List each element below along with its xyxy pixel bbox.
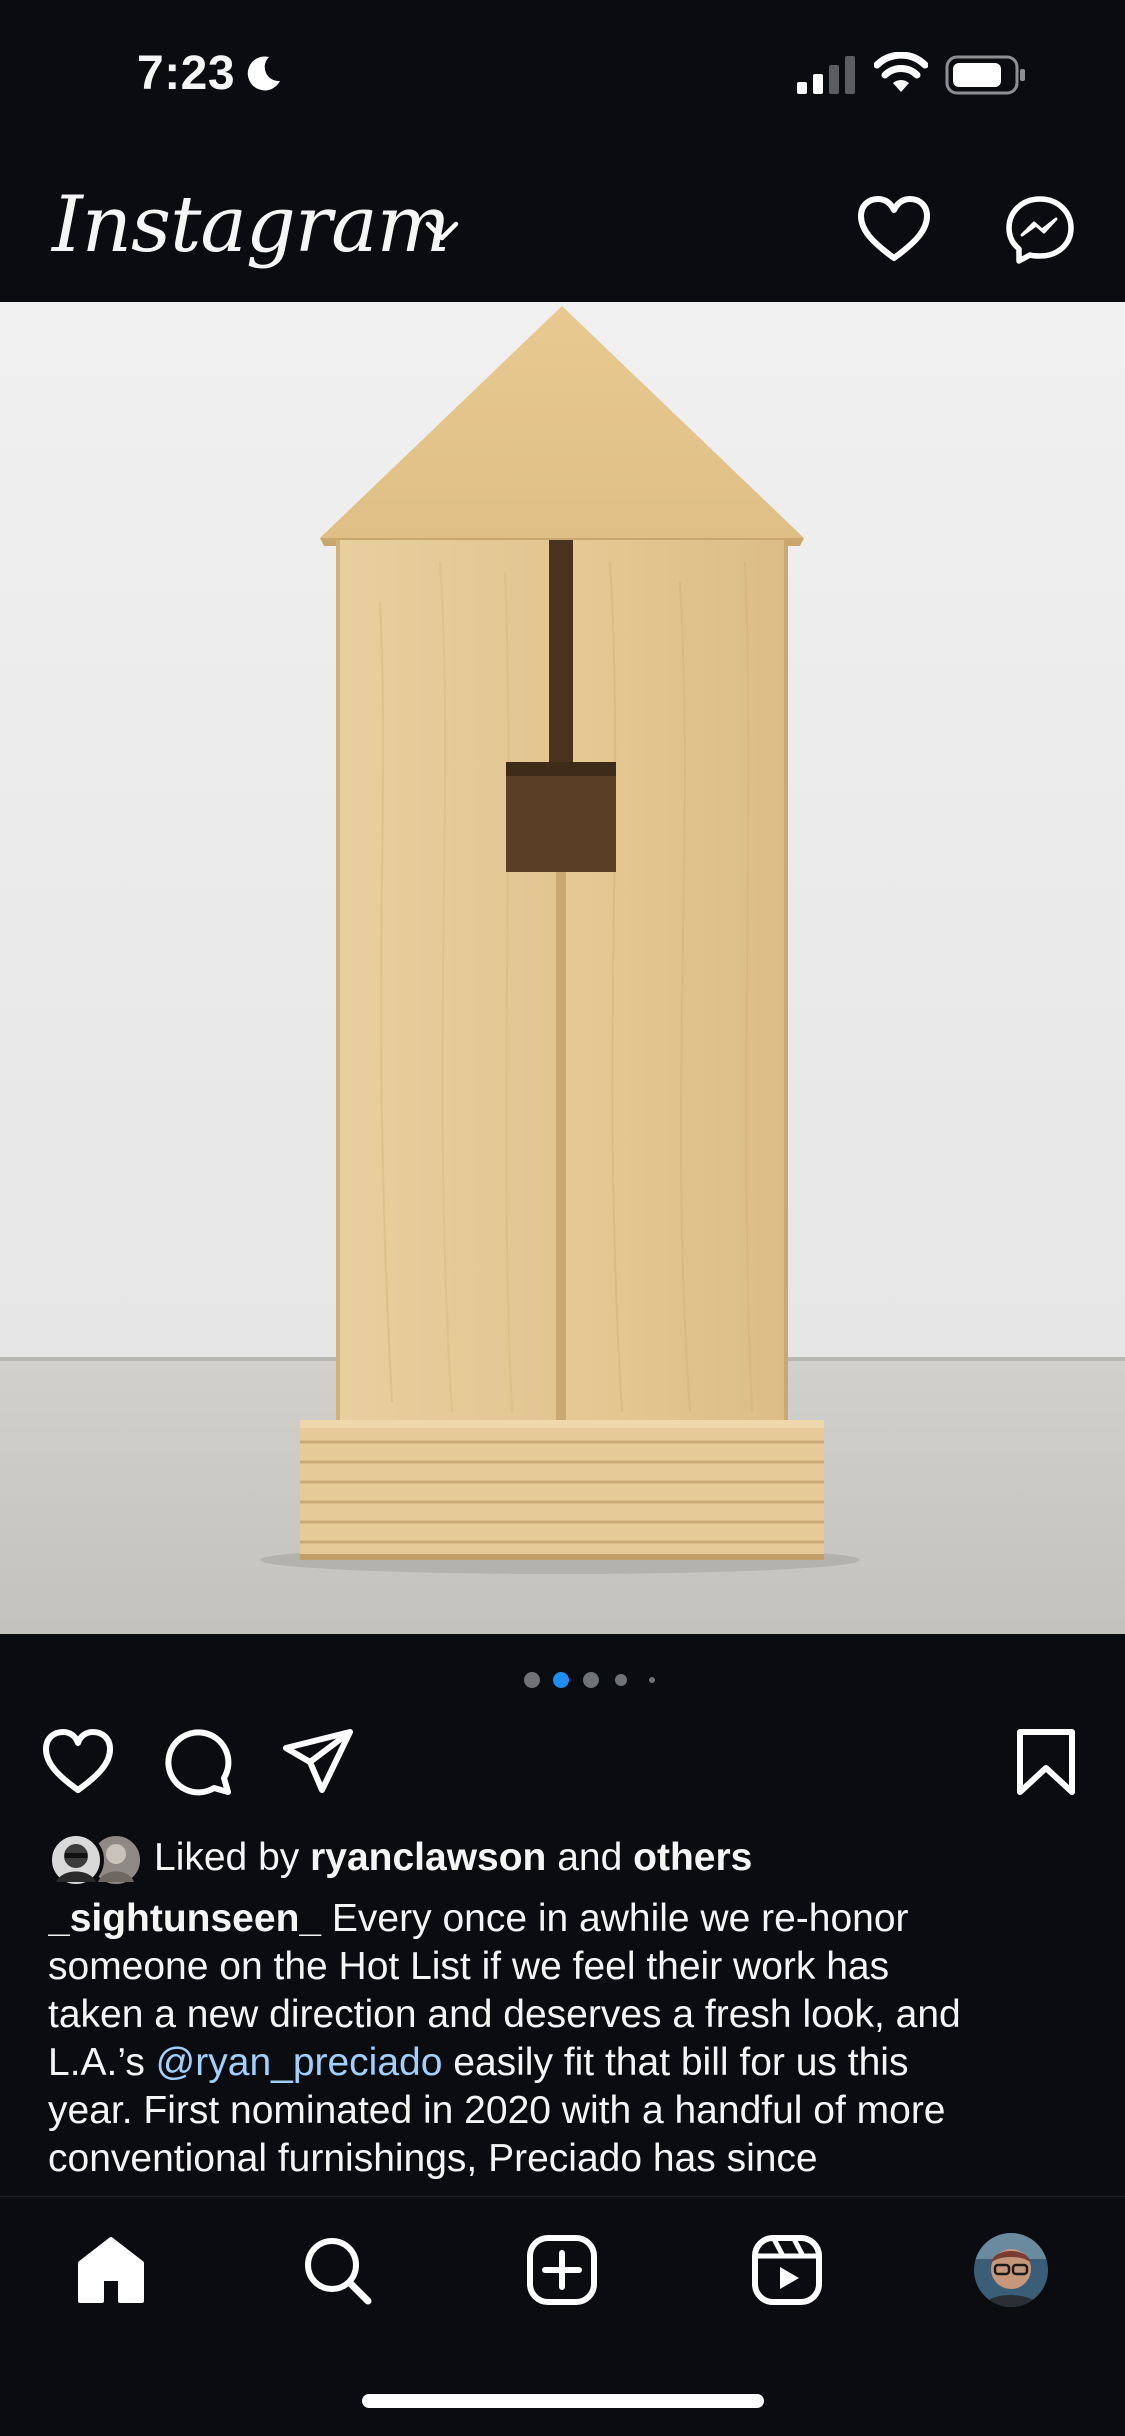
home-indicator — [362, 2394, 764, 2408]
carousel-dot — [649, 1677, 655, 1683]
liker-avatars — [48, 1832, 144, 1888]
heart-icon[interactable] — [42, 1726, 114, 1798]
post-photo[interactable] — [0, 302, 1125, 1634]
status-time: 7:23 — [137, 47, 236, 100]
caption-mention[interactable]: @ryan_preciado — [156, 2041, 443, 2084]
moon-icon — [247, 56, 280, 91]
caption-username[interactable]: _sightunseen_ — [48, 1897, 321, 1940]
create-icon[interactable] — [525, 2233, 599, 2307]
post-caption: _sightunseen_ Every once in awhile we re… — [48, 1897, 961, 2180]
profile-avatar[interactable] — [974, 2233, 1048, 2307]
search-icon[interactable] — [300, 2233, 374, 2307]
likes-text: Liked by ryanclawson and others — [154, 1836, 753, 1879]
top-nav: Instagram — [0, 150, 1125, 302]
chevron-down-icon[interactable] — [422, 216, 462, 246]
home-icon[interactable] — [74, 2233, 148, 2307]
carousel-dot — [583, 1672, 599, 1688]
carousel-indicator — [0, 1670, 1125, 1690]
heart-icon[interactable] — [856, 194, 932, 264]
likes-others-link[interactable]: others — [633, 1836, 752, 1879]
share-icon[interactable] — [282, 1726, 354, 1798]
carousel-dot — [524, 1672, 540, 1688]
messenger-icon[interactable] — [1004, 194, 1076, 266]
likes-row[interactable]: Liked by ryanclawson and others — [48, 1830, 1078, 1890]
carousel-dot — [615, 1674, 627, 1686]
reels-icon[interactable] — [750, 2233, 824, 2307]
signal-icon — [797, 56, 855, 94]
battery-icon — [945, 55, 1025, 95]
avatar-image — [974, 2233, 1048, 2307]
comment-icon[interactable] — [162, 1726, 234, 1798]
post-actions — [0, 1720, 1125, 1800]
status-bar: 7:23 — [0, 0, 1125, 150]
liker-username[interactable]: ryanclawson — [310, 1836, 546, 1879]
cabinet-sculpture-image — [0, 302, 1125, 1634]
wifi-icon — [874, 52, 928, 92]
bookmark-icon[interactable] — [1010, 1726, 1082, 1798]
instagram-logo[interactable]: Instagram — [52, 180, 451, 270]
carousel-dot-active — [553, 1672, 569, 1688]
